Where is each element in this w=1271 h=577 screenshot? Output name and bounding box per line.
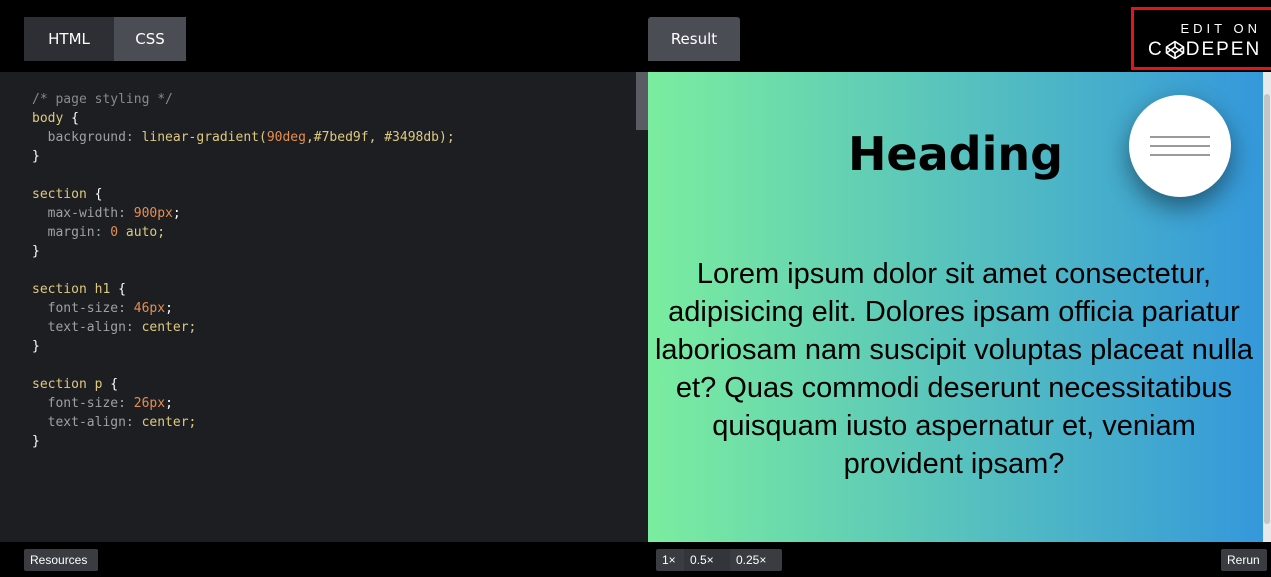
code-line: body { (32, 109, 455, 128)
code-token: body (32, 111, 72, 126)
code-line: section h1 { (32, 280, 455, 299)
tab-result[interactable]: Result (648, 17, 740, 61)
editor-scrollbar[interactable] (636, 72, 648, 130)
code-token: } (32, 339, 40, 354)
code-token: ; (165, 396, 173, 411)
code-token: linear-gradient( (141, 130, 267, 145)
edit-on-codepen-link[interactable]: EDIT ON C DEPEN (1131, 7, 1271, 70)
code-line: text-align: center; (32, 413, 455, 432)
code-token: 0 (110, 225, 119, 240)
menu-button[interactable] (1129, 95, 1231, 197)
code-token: section h1 (32, 282, 119, 297)
zoom-05x-button[interactable]: 0.5× (684, 549, 730, 571)
code-line: } (32, 242, 455, 261)
code-token: /* page styling */ (32, 92, 173, 107)
css-editor[interactable]: /* page styling */ body { background: lin… (0, 72, 648, 542)
code-token: } (32, 244, 40, 259)
code-token: background: (32, 130, 142, 145)
code-token: section (32, 187, 95, 202)
code-token: ; (172, 206, 181, 221)
code-line: font-size: 46px; (32, 299, 455, 318)
code-line: } (32, 432, 455, 451)
code-token: center; (141, 415, 197, 430)
code-token: { (110, 377, 119, 392)
code-token: ,#7bed9f, #3498db); (305, 130, 455, 145)
code-token: ; (165, 301, 173, 316)
code-token: max-width: (32, 206, 134, 221)
code-token: 26px (133, 396, 166, 411)
edit-on-label: EDIT ON (1180, 21, 1261, 36)
code-token: center; (141, 320, 197, 335)
code-line: background: linear-gradient(90deg,#7bed9… (32, 128, 455, 147)
editor-header: HTML CSS Result EDIT ON C DEPEN (0, 0, 1271, 72)
code-line: font-size: 26px; (32, 394, 455, 413)
rerun-button[interactable]: Rerun (1221, 549, 1267, 571)
code-line: margin: 0 auto; (32, 223, 455, 242)
tab-html[interactable]: HTML (24, 17, 114, 61)
resources-button[interactable]: Resources (24, 549, 98, 571)
code-line: } (32, 147, 455, 166)
code-token: section p (32, 377, 111, 392)
code-token: { (94, 187, 103, 202)
code-token: text-align: (32, 320, 142, 335)
codepen-logo: C DEPEN (1148, 39, 1262, 60)
code-token: font-size: (32, 301, 134, 316)
code-line: text-align: center; (32, 318, 455, 337)
code-line: section { (32, 185, 455, 204)
code-token: 90deg (266, 130, 306, 145)
code-token: } (32, 149, 40, 164)
code-token: 900px (133, 206, 173, 221)
zoom-1x-button[interactable]: 1× (656, 549, 684, 571)
result-scrollbar-thumb[interactable] (1264, 94, 1270, 524)
css-code[interactable]: /* page styling */ body { background: lin… (32, 90, 455, 451)
code-line: section p { (32, 375, 455, 394)
code-token: font-size: (32, 396, 134, 411)
code-line: /* page styling */ (32, 90, 455, 109)
result-scrollbar[interactable] (1263, 72, 1271, 542)
result-preview: Heading Lorem ipsum dolor sit amet conse… (648, 72, 1263, 542)
footer-bar: Resources 1× 0.5× 0.25× Rerun (0, 542, 1271, 577)
code-token: margin: (32, 225, 111, 240)
code-token: { (118, 282, 126, 297)
code-token: 46px (133, 301, 166, 316)
code-token: { (71, 111, 79, 126)
codepen-logo-icon (1165, 40, 1185, 60)
code-token: } (32, 434, 40, 449)
preview-paragraph: Lorem ipsum dolor sit amet consectetur, … (654, 258, 1254, 480)
zoom-025x-button[interactable]: 0.25× (730, 549, 782, 571)
code-line: max-width: 900px; (32, 204, 455, 223)
code-line: } (32, 337, 455, 356)
code-token: auto; (118, 225, 166, 240)
tab-css[interactable]: CSS (114, 17, 186, 61)
code-token: text-align: (32, 415, 142, 430)
